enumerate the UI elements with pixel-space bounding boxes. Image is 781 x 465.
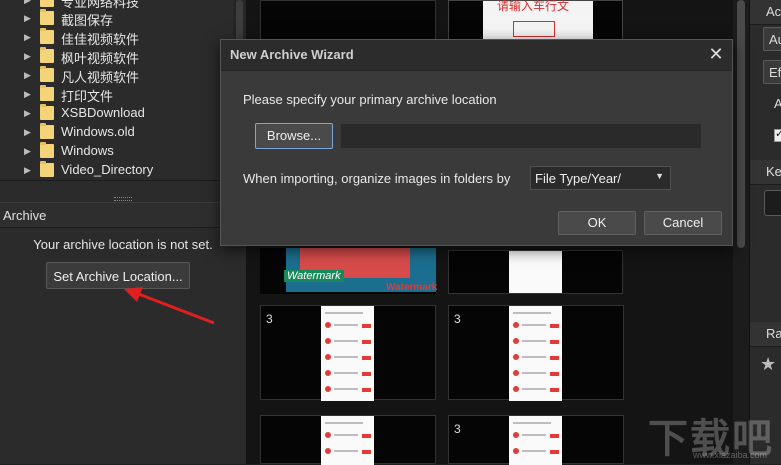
site-watermark-url: www.xiazaiba.com bbox=[693, 450, 768, 460]
right-panel-header[interactable]: Ac bbox=[750, 0, 781, 25]
chevron-right-icon[interactable]: ▶ bbox=[24, 145, 33, 157]
thumbnail-box bbox=[513, 21, 555, 37]
chevron-right-icon[interactable]: ▶ bbox=[24, 88, 33, 100]
close-icon[interactable]: ✕ bbox=[706, 44, 726, 64]
browse-button[interactable]: Browse... bbox=[255, 123, 333, 149]
folder-icon bbox=[40, 104, 54, 120]
folder-label: Video_Directory bbox=[61, 162, 154, 177]
archive-path-field[interactable] bbox=[341, 124, 701, 148]
chevron-right-icon[interactable]: ▶ bbox=[24, 31, 33, 43]
splitter-grip-icon[interactable] bbox=[114, 197, 132, 201]
archive-panel-header[interactable]: Archive bbox=[0, 202, 246, 228]
keywords-input[interactable] bbox=[764, 190, 781, 216]
thumbnail-image bbox=[321, 306, 374, 401]
chevron-right-icon[interactable]: ▶ bbox=[24, 50, 33, 62]
thumbnail-cell[interactable]: 3 bbox=[260, 305, 436, 401]
folder-label: XSBDownload bbox=[61, 105, 145, 120]
folder-label: Windows.old bbox=[61, 124, 135, 139]
panel-splitter[interactable] bbox=[0, 180, 246, 203]
thumbnail-cell[interactable] bbox=[448, 250, 623, 294]
folder-item[interactable]: ▶ Windows.old bbox=[0, 123, 233, 142]
thumbnail-image bbox=[509, 416, 562, 465]
thumbnail-image bbox=[321, 416, 374, 465]
folder-label: 枫叶视频软件 bbox=[61, 51, 140, 66]
new-archive-wizard-dialog: New Archive Wizard ✕ Please specify your… bbox=[220, 39, 733, 246]
right-panel-field[interactable]: Au bbox=[763, 27, 781, 51]
watermark-label: Watermark bbox=[284, 270, 344, 282]
folder-item[interactable]: ▶ 截图保存 bbox=[0, 9, 233, 28]
scrollbar-thumb[interactable] bbox=[737, 0, 745, 248]
thumbnail-cell[interactable]: 3 bbox=[448, 305, 624, 401]
chevron-right-icon[interactable]: ▶ bbox=[24, 126, 33, 138]
folder-icon bbox=[40, 28, 54, 44]
dialog-title: New Archive Wizard bbox=[230, 47, 354, 62]
folder-item[interactable]: ▶ 佳佳视频软件 bbox=[0, 28, 233, 47]
folder-icon bbox=[40, 47, 54, 63]
right-panel-checkbox[interactable] bbox=[774, 127, 781, 142]
chevron-right-icon[interactable]: ▶ bbox=[24, 69, 33, 81]
folder-item[interactable]: ▶ Windows bbox=[0, 142, 233, 161]
folder-item[interactable]: ▶ XSBDownload bbox=[0, 104, 233, 123]
ok-button[interactable]: OK bbox=[558, 211, 636, 235]
keywords-header-label: Ke bbox=[766, 164, 781, 179]
folder-item[interactable]: ▶ Video_Directory bbox=[0, 161, 233, 180]
folder-icon bbox=[40, 85, 54, 101]
chevron-down-icon: ▼ bbox=[655, 171, 664, 181]
thumbnail-text: 请输入车行文 bbox=[497, 0, 570, 13]
folder-item[interactable]: ▶ 打印文件 bbox=[0, 85, 233, 104]
thumbnail-number: 3 bbox=[266, 312, 273, 326]
organize-folders-value: File Type/Year/ bbox=[535, 171, 621, 186]
folder-icon bbox=[40, 9, 54, 25]
thumbnail-cell[interactable] bbox=[260, 415, 436, 465]
star-icon[interactable]: ★ bbox=[760, 354, 776, 375]
folder-item[interactable]: ▶ 凡人视频软件 bbox=[0, 66, 233, 85]
folder-item[interactable]: ▶ 枫叶视频软件 bbox=[0, 47, 233, 66]
set-archive-location-button[interactable]: Set Archive Location... bbox=[46, 262, 190, 289]
right-panel: Ac Au Ef A Ke Ra ★ bbox=[749, 0, 781, 464]
folder-tree: ▶ 专业网络科技 ▶ 截图保存 ▶ 佳佳视频软件 ▶ 枫叶视频软件 ▶ 凡人视频… bbox=[0, 0, 233, 180]
thumbnail-image: Watermark Watermark bbox=[284, 248, 438, 293]
right-panel-header-label: Ac bbox=[766, 4, 781, 19]
folder-icon bbox=[40, 123, 54, 139]
chevron-right-icon[interactable]: ▶ bbox=[24, 0, 33, 6]
folder-label: 佳佳视频软件 bbox=[61, 32, 140, 47]
folder-icon bbox=[40, 161, 54, 177]
organize-folders-select[interactable]: File Type/Year/ ▼ bbox=[530, 166, 671, 190]
folder-label: 凡人视频软件 bbox=[61, 70, 140, 85]
thumbnail-cell[interactable]: 3 bbox=[448, 415, 624, 465]
folder-icon bbox=[40, 0, 54, 7]
watermark-label: Watermark bbox=[386, 282, 438, 293]
organize-folders-label: When importing, organize images in folde… bbox=[243, 171, 511, 186]
dialog-titlebar[interactable]: New Archive Wizard ✕ bbox=[221, 40, 732, 71]
archive-status-message: Your archive location is not set. bbox=[33, 237, 213, 252]
thumbnail-image bbox=[509, 251, 562, 293]
right-panel-row-label: A bbox=[774, 96, 781, 111]
thumbnail-image bbox=[509, 306, 562, 401]
right-panel-field-value: Ef bbox=[769, 65, 781, 80]
cancel-button[interactable]: Cancel bbox=[644, 211, 722, 235]
thumbnail-number: 3 bbox=[454, 312, 461, 326]
folder-icon bbox=[40, 66, 54, 82]
right-panel-field[interactable]: Ef bbox=[763, 60, 781, 84]
chevron-right-icon[interactable]: ▶ bbox=[24, 107, 33, 119]
rating-header-label: Ra bbox=[766, 326, 781, 341]
folder-icon bbox=[40, 142, 54, 158]
folder-label: 截图保存 bbox=[61, 13, 114, 28]
chevron-right-icon[interactable]: ▶ bbox=[24, 164, 33, 176]
left-panel: ▶ 专业网络科技 ▶ 截图保存 ▶ 佳佳视频软件 ▶ 枫叶视频软件 ▶ 凡人视频… bbox=[0, 0, 246, 464]
thumbnail-number: 3 bbox=[454, 422, 461, 436]
archive-location-prompt: Please specify your primary archive loca… bbox=[243, 92, 497, 107]
grid-scrollbar[interactable] bbox=[733, 0, 749, 464]
folder-label: Windows bbox=[61, 143, 114, 158]
archive-panel-title: Archive bbox=[3, 208, 47, 223]
folder-label: 打印文件 bbox=[61, 89, 114, 104]
thumbnail-cell[interactable]: Watermark Watermark bbox=[260, 248, 438, 294]
chevron-right-icon[interactable]: ▶ bbox=[24, 12, 33, 24]
keywords-header[interactable]: Ke bbox=[750, 160, 781, 185]
right-panel-field-value: Au bbox=[769, 32, 781, 47]
rating-header[interactable]: Ra bbox=[750, 322, 781, 347]
